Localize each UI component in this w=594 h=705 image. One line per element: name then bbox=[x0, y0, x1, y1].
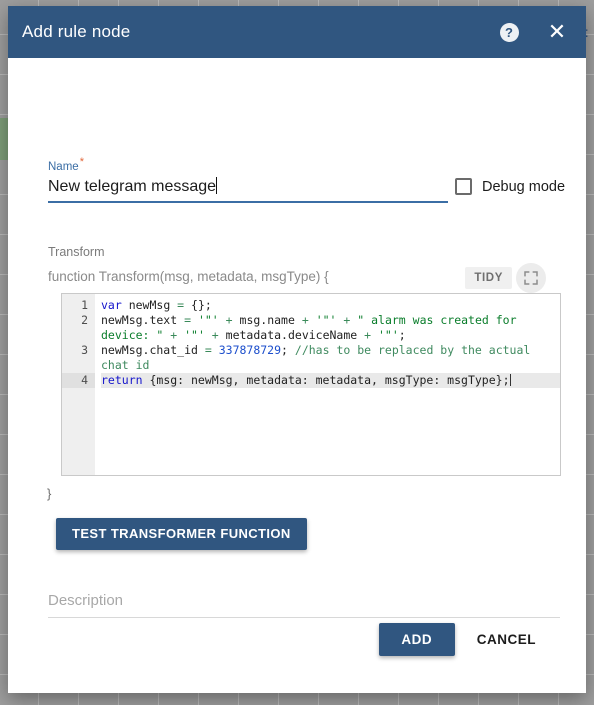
close-icon: ✕ bbox=[547, 19, 567, 44]
code-token: var bbox=[101, 298, 122, 312]
code-token: metadata.deviceName bbox=[218, 328, 365, 342]
code-token: + bbox=[163, 328, 178, 342]
name-field-label: Name* bbox=[48, 156, 448, 173]
code-token: '"' bbox=[371, 328, 399, 342]
code-token: ; bbox=[281, 343, 295, 357]
debug-mode-checkbox[interactable] bbox=[455, 178, 472, 195]
code-token: return bbox=[101, 373, 143, 387]
code-token: '"' bbox=[191, 313, 219, 327]
transform-code-editor[interactable]: 12 3 4 var newMsg = {}; newMsg.text = '"' +… bbox=[61, 293, 561, 476]
test-transformer-function-button[interactable]: TEST TRANSFORMER FUNCTION bbox=[56, 518, 307, 550]
name-input[interactable]: New telegram message bbox=[48, 176, 448, 203]
name-input-value: New telegram message bbox=[48, 177, 217, 195]
editor-line: return {msg: newMsg, metadata: metadata,… bbox=[101, 373, 560, 388]
debug-mode-checkbox-row[interactable]: Debug mode bbox=[455, 178, 565, 195]
code-token: + bbox=[336, 313, 351, 327]
code-token: + bbox=[301, 313, 309, 327]
editor-line-number-gutter: 12 3 4 bbox=[62, 294, 95, 475]
editor-line-number: 3 bbox=[81, 343, 88, 357]
name-label-text: Name bbox=[48, 160, 79, 173]
code-token: = bbox=[184, 313, 192, 327]
code-token: newMsg.text bbox=[101, 313, 185, 327]
text-caret bbox=[216, 176, 218, 194]
code-caret bbox=[509, 374, 511, 386]
help-circle-icon: ? bbox=[499, 22, 519, 42]
fullscreen-button[interactable] bbox=[516, 263, 546, 293]
dialog-titlebar: Add rule node ? ✕ bbox=[8, 6, 586, 58]
code-token: 337878729 bbox=[211, 343, 282, 357]
code-token: msg.name bbox=[232, 313, 302, 327]
backdrop-accent-strip bbox=[0, 118, 8, 160]
dialog-body: Name* New telegram message Debug mode Tr… bbox=[8, 58, 586, 638]
add-rule-node-dialog: Add rule node ? ✕ Name* New telegram mes… bbox=[8, 6, 586, 693]
editor-line: var newMsg = {}; bbox=[101, 298, 560, 313]
editor-code-area[interactable]: var newMsg = {}; newMsg.text = '"' + msg.… bbox=[95, 294, 560, 475]
code-token: {msg: newMsg, metadata: metadata, msgTyp… bbox=[142, 373, 510, 387]
cancel-button[interactable]: CANCEL bbox=[463, 623, 550, 656]
dialog-footer: ADD CANCEL bbox=[8, 586, 586, 693]
editor-line-number: 1 bbox=[81, 298, 88, 312]
code-token: = bbox=[204, 343, 212, 357]
code-token: {}; bbox=[184, 298, 212, 312]
code-token: newMsg bbox=[121, 298, 178, 312]
function-closing-brace: } bbox=[47, 486, 52, 501]
code-token: + bbox=[204, 328, 219, 342]
code-token: '"' bbox=[177, 328, 205, 342]
help-button[interactable]: ? bbox=[494, 17, 524, 47]
close-button[interactable]: ✕ bbox=[542, 17, 572, 47]
editor-line-number: 4 bbox=[62, 373, 95, 388]
code-token: + bbox=[218, 313, 233, 327]
code-token: newMsg.chat_id bbox=[101, 343, 205, 357]
code-token: '"' bbox=[308, 313, 337, 327]
fullscreen-icon bbox=[524, 271, 538, 285]
name-field: Name* New telegram message bbox=[48, 156, 448, 203]
add-button[interactable]: ADD bbox=[378, 623, 455, 656]
editor-line: newMsg.chat_id = 337878729; //has to be … bbox=[101, 343, 560, 373]
editor-toolbar: TIDY bbox=[465, 263, 546, 293]
tidy-button[interactable]: TIDY bbox=[465, 267, 512, 289]
debug-mode-label: Debug mode bbox=[482, 178, 566, 195]
code-token: ; bbox=[398, 328, 406, 342]
transform-section-label: Transform bbox=[48, 245, 105, 259]
dialog-title: Add rule node bbox=[22, 22, 131, 41]
editor-line-number: 2 bbox=[81, 313, 88, 327]
editor-line: newMsg.text = '"' + msg.name + '"' + " a… bbox=[101, 313, 560, 343]
required-asterisk: * bbox=[79, 156, 84, 168]
transform-function-signature: function Transform(msg, metadata, msgTyp… bbox=[48, 269, 329, 284]
